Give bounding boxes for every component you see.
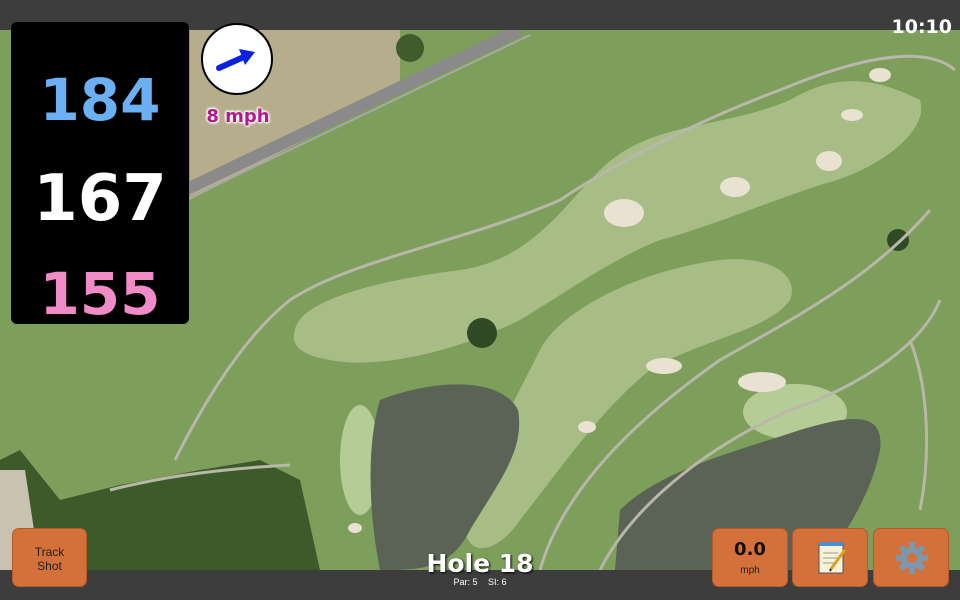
speed-value: 0.0: [734, 539, 766, 560]
notes-button[interactable]: [792, 528, 868, 587]
bunker: [869, 68, 891, 82]
speed-button[interactable]: 0.0 mph: [712, 528, 788, 587]
speed-unit: mph: [740, 565, 760, 576]
bunker: [348, 523, 362, 533]
wind-indicator: [201, 23, 273, 95]
middle-of-green-distance: 167: [33, 162, 167, 236]
front-of-green-distance: 155: [39, 260, 161, 328]
tree: [467, 318, 497, 348]
track-shot-button[interactable]: Track Shot: [12, 528, 87, 587]
back-of-green-distance: 184: [39, 66, 161, 134]
hole-info: Par: 5 SI: 6: [380, 577, 580, 587]
bunker: [720, 177, 750, 197]
track-shot-label-line1: Track: [34, 545, 65, 559]
bunker: [816, 151, 842, 171]
distance-panel: 184 167 155: [11, 22, 189, 328]
wind-speed-label: 8 mph: [206, 106, 270, 127]
bunker: [646, 358, 682, 374]
bunker: [578, 421, 596, 433]
hole-stroke-index: SI: 6: [488, 577, 507, 587]
hole-par: Par: 5: [453, 577, 478, 587]
clock: 10:10: [891, 16, 952, 38]
bunker: [604, 199, 644, 227]
settings-button[interactable]: [873, 528, 949, 587]
wind-direction-arrow-icon: [216, 49, 255, 71]
hole-title: Hole 18: [426, 549, 534, 578]
track-shot-label-line2: Shot: [37, 559, 62, 573]
gear-icon: [896, 542, 928, 574]
bunker: [738, 372, 786, 392]
notepad-icon: [818, 542, 846, 574]
tree: [887, 229, 909, 251]
tree: [396, 34, 424, 62]
bunker: [841, 109, 863, 121]
